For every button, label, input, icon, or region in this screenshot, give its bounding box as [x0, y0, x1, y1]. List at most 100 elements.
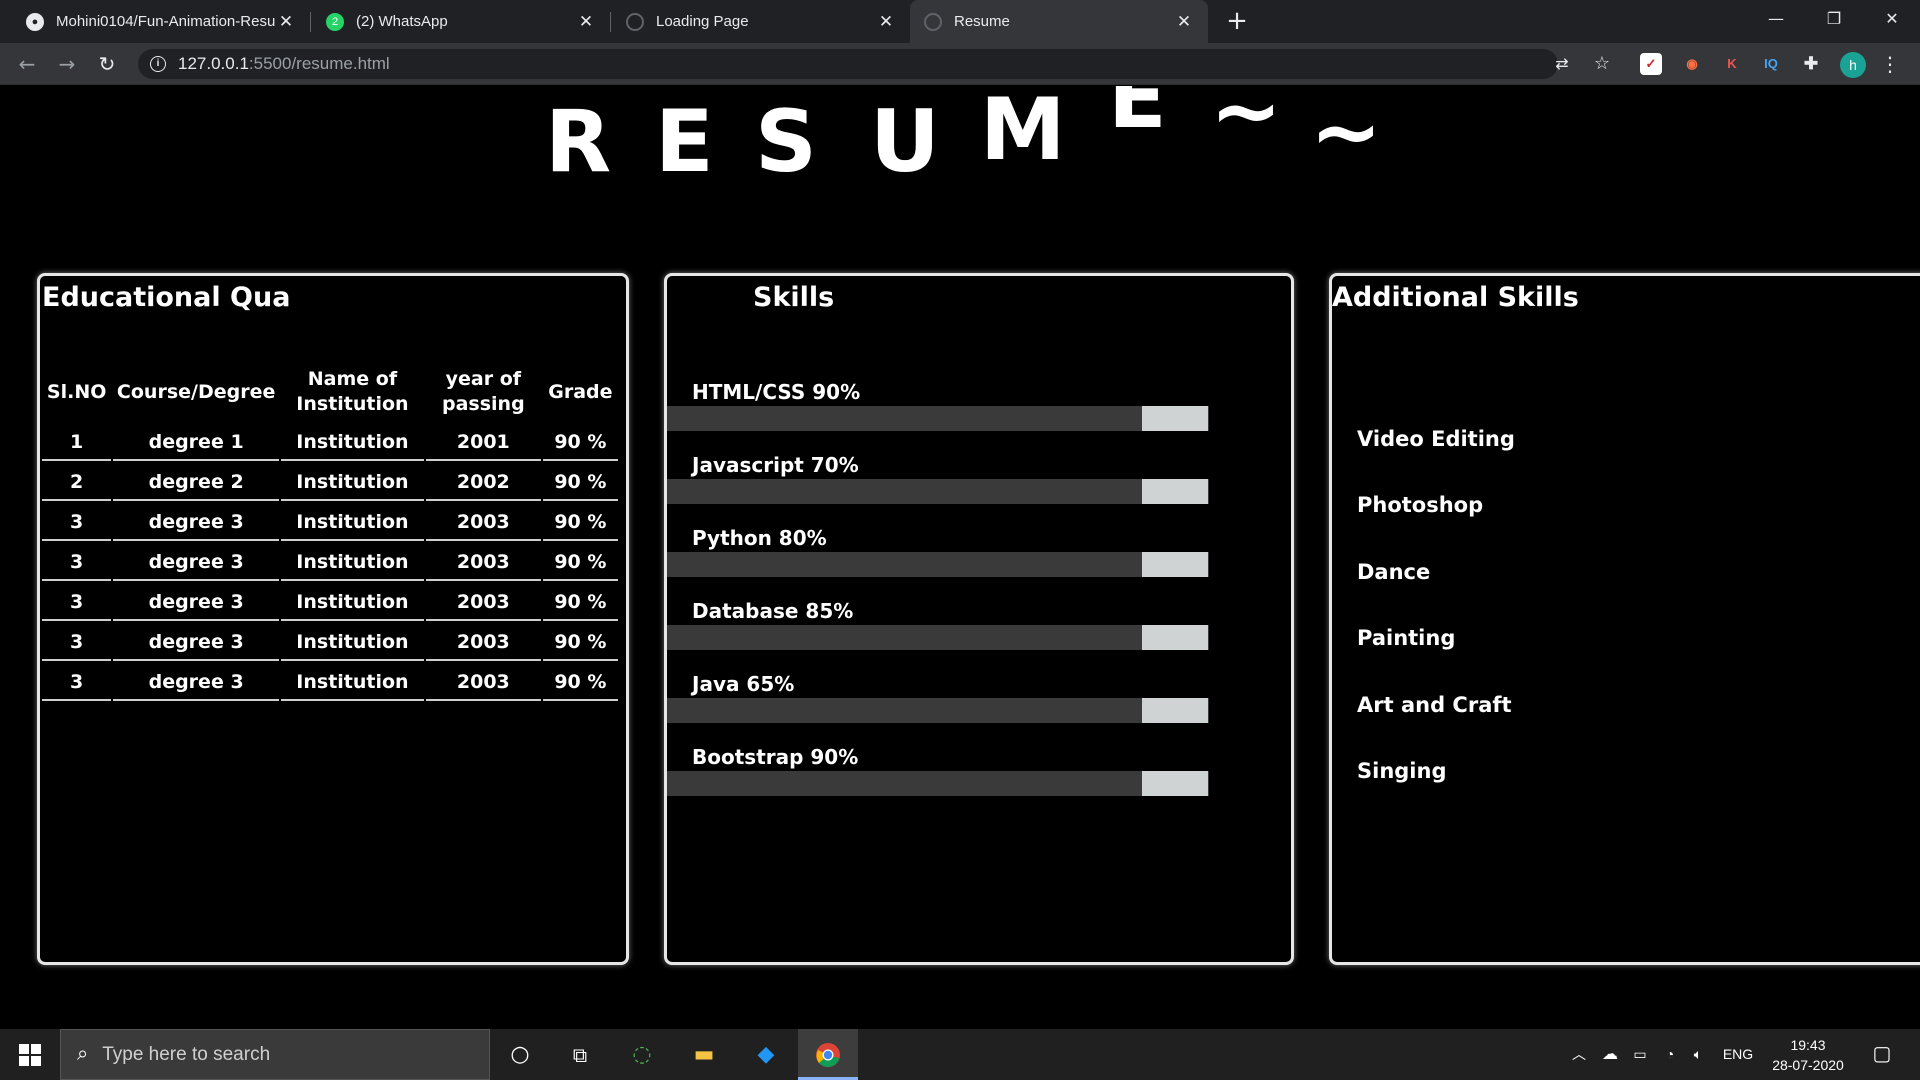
cortana-icon[interactable]: ○ — [490, 1029, 550, 1080]
profile-avatar[interactable]: h — [1840, 52, 1866, 78]
chevron-up-icon[interactable]: ︿ — [1566, 1029, 1592, 1080]
close-icon[interactable]: ✕ — [1174, 12, 1194, 32]
tab-separator — [610, 12, 611, 32]
vscode-icon[interactable]: ◆ — [736, 1029, 796, 1080]
skill-bar-fill — [1142, 406, 1208, 431]
notification-icon[interactable]: ▢ — [1862, 1029, 1902, 1080]
skill-bar-fill — [1142, 698, 1208, 723]
table-cell: 3 — [42, 543, 112, 581]
tab-github[interactable]: ● Mohini0104/Fun-Animation-Resu ✕ — [12, 0, 310, 43]
browser-toolbar: ← → ↻ i 127.0.0.1:5500/resume.html ⇄ ☆ ✓… — [0, 43, 1920, 85]
tab-title: Loading Page — [656, 13, 749, 30]
tab-separator — [310, 12, 311, 32]
column-header: Grade — [548, 380, 613, 403]
address-bar[interactable]: i 127.0.0.1:5500/resume.html — [138, 49, 1558, 79]
table-cell: 2 — [42, 463, 112, 501]
volume-icon[interactable]: 🔈︎ — [1685, 1029, 1711, 1080]
onedrive-cloud-icon[interactable]: ☁ — [1596, 1029, 1624, 1080]
education-heading: Educational Qua — [42, 282, 291, 313]
table-cell: 2003 — [425, 623, 541, 661]
taskbar-search-input[interactable]: ⌕ Type here to search — [60, 1029, 490, 1080]
bookmark-star-icon[interactable]: ☆ — [1588, 49, 1616, 79]
skills-card: Skills HTML/CSS 90% Javascript 70% Pytho… — [664, 273, 1294, 965]
close-icon[interactable]: ✕ — [576, 12, 596, 32]
table-cell: 90 % — [542, 663, 618, 701]
tab-loading-page[interactable]: Loading Page ✕ — [612, 0, 910, 43]
translate-icon[interactable]: ⇄ — [1548, 49, 1576, 79]
skill-label: Python 80% — [692, 526, 827, 550]
table-cell: degree 1 — [113, 423, 279, 461]
table-cell: 90 % — [542, 463, 618, 501]
battery-icon[interactable]: ▭ — [1627, 1029, 1653, 1080]
table-header-row: Sl.NO Course/Degree Name of Institution … — [42, 363, 618, 421]
table-cell: 2003 — [425, 503, 541, 541]
table-row: 3 degree 3 Institution 2003 90 % — [42, 503, 618, 541]
skill-bar — [667, 698, 1209, 723]
wifi-icon[interactable]: ◔ — [1657, 1029, 1683, 1080]
color-extension-icon[interactable]: ◉ — [1681, 53, 1703, 75]
page-viewport: R E S U M E ~ ~ Educational Qua Sl.NO Co… — [0, 86, 1920, 1029]
table-row: 3 degree 3 Institution 2003 90 % — [42, 543, 618, 581]
globe-icon — [924, 12, 942, 31]
file-explorer-icon[interactable]: ▬ — [674, 1029, 734, 1080]
table-cell: 90 % — [542, 503, 618, 541]
menu-kebab-icon[interactable]: ⋮ — [1880, 49, 1900, 79]
info-icon[interactable]: i — [150, 56, 166, 72]
skill-label: HTML/CSS 90% — [692, 380, 861, 404]
close-window-button[interactable]: ✕ — [1864, 0, 1920, 38]
close-icon[interactable]: ✕ — [276, 12, 296, 32]
tab-whatsapp[interactable]: 2 (2) WhatsApp ✕ — [312, 0, 610, 43]
tab-strip: ● Mohini0104/Fun-Animation-Resu ✕ 2 (2) … — [0, 0, 1920, 43]
system-clock[interactable]: 19:43 28-07-2020 — [1760, 1035, 1856, 1075]
tab-resume[interactable]: Resume ✕ — [910, 0, 1208, 43]
title-letter: M — [980, 86, 1066, 180]
title-letter: R — [545, 92, 612, 192]
windows-start-icon[interactable] — [0, 1029, 60, 1080]
additional-skill-item: Video Editing — [1357, 427, 1515, 451]
title-letter: S — [755, 92, 817, 192]
additional-skill-item: Art and Craft — [1357, 693, 1512, 717]
tab-title: (2) WhatsApp — [356, 13, 448, 30]
iq-extension-icon[interactable]: IQ — [1760, 53, 1782, 75]
column-header: Name of Institution — [296, 368, 409, 415]
task-view-icon[interactable]: ⧉ — [550, 1029, 610, 1080]
table-cell: Institution — [280, 543, 424, 581]
additional-skill-item: Dance — [1357, 560, 1431, 584]
skill-bar-fill — [1142, 479, 1208, 504]
table-cell: Institution — [280, 663, 424, 701]
table-cell: degree 2 — [113, 463, 279, 501]
search-placeholder: Type here to search — [102, 1043, 271, 1065]
column-header: Course/Degree — [116, 380, 276, 403]
table-cell: 2003 — [425, 663, 541, 701]
table-row: 3 degree 3 Institution 2003 90 % — [42, 623, 618, 661]
k-extension-icon[interactable]: K — [1721, 53, 1743, 75]
search-icon: ⌕ — [77, 1043, 89, 1065]
reload-icon[interactable]: ↻ — [92, 49, 122, 79]
back-arrow-icon[interactable]: ← — [12, 49, 42, 79]
additional-skill-item: Painting — [1357, 626, 1456, 650]
additional-skills-card: Additional Skills Video Editing Photosho… — [1329, 273, 1920, 965]
language-indicator[interactable]: ENG — [1716, 1029, 1760, 1080]
skill-bar-fill — [1142, 625, 1208, 650]
table-row: 2 degree 2 Institution 2002 90 % — [42, 463, 618, 501]
restore-button[interactable]: ❐ — [1806, 0, 1862, 38]
chrome-icon[interactable] — [798, 1029, 858, 1080]
tab-title: Mohini0104/Fun-Animation-Resu — [56, 13, 276, 30]
title-letter: E — [655, 92, 714, 192]
minimize-button[interactable]: — — [1748, 0, 1804, 38]
table-cell: degree 3 — [113, 663, 279, 701]
resume-title: R E S U M E ~ ~ — [0, 86, 1920, 206]
close-icon[interactable]: ✕ — [876, 12, 896, 32]
refresh-app-icon[interactable]: ◌ — [612, 1029, 672, 1080]
new-tab-button[interactable]: + — [1222, 6, 1252, 36]
table-cell: Institution — [280, 463, 424, 501]
forward-arrow-icon[interactable]: → — [52, 49, 82, 79]
table-cell: 90 % — [542, 583, 618, 621]
skill-label: Java 65% — [692, 672, 795, 696]
pocket-extension-icon[interactable]: ✓ — [1640, 53, 1662, 75]
education-card: Educational Qua Sl.NO Course/Degree Name… — [37, 273, 629, 965]
table-cell: Institution — [280, 503, 424, 541]
table-row: 3 degree 3 Institution 2003 90 % — [42, 583, 618, 621]
table-cell: 1 — [42, 423, 112, 461]
puzzle-extensions-icon[interactable]: ✚ — [1800, 53, 1822, 75]
